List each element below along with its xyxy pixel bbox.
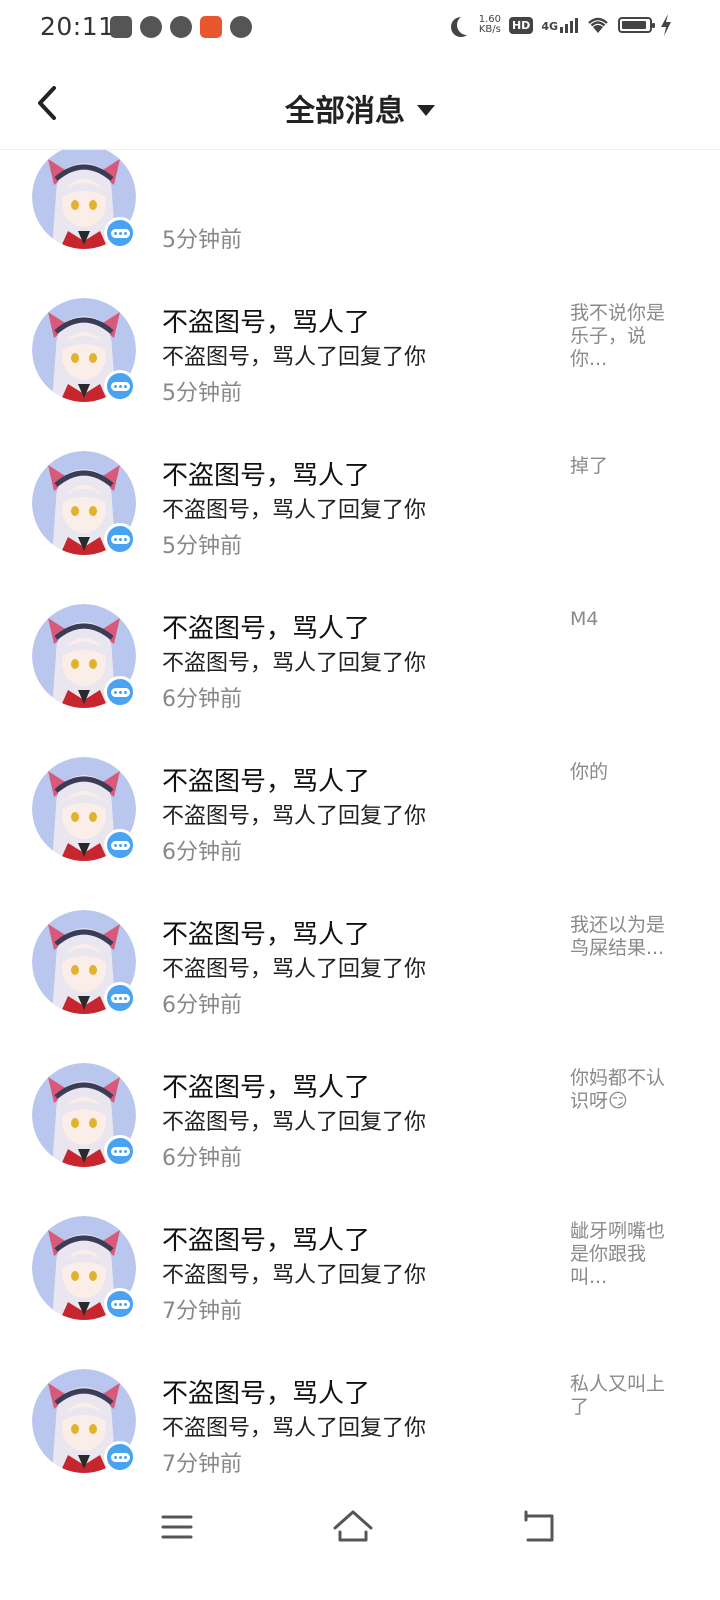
message-row[interactable]: 不盗图号，骂人了 人家十几岁为国争 [0,1450,720,1486]
network-speed-unit: KB/s [478,24,501,35]
sender-name[interactable]: 不盗图号，骂人了 [162,608,370,645]
message-row[interactable]: 不盗图号，骂人了 不盗图号，骂人了回复了你 7分钟前 私人又叫上了 [0,1297,720,1477]
back-icon [524,1510,554,1542]
page-title: 全部消息 [285,94,405,129]
message-action: 不盗图号，骂人了回复了你 [162,498,427,523]
message-action: 不盗图号，骂人了回复了你 [162,1263,427,1288]
charging-icon [661,14,671,36]
network-type: 4G [541,20,558,33]
message-filter-dropdown[interactable]: 全部消息 [285,86,435,130]
menu-button[interactable] [152,1506,202,1550]
message-row[interactable]: 不盗图号，骂人了 不盗图号，骂人了回复了你 6分钟前 你的 [0,685,720,865]
gallery-icon [110,16,132,38]
app-header: 全部消息 [0,60,720,150]
weather-icon [140,16,162,38]
sender-name[interactable]: 不盗图号，骂人了 [162,761,370,798]
sender-name[interactable]: 不盗图号，骂人了 [162,1067,370,1104]
link-icon [230,16,252,38]
message-action: 不盗图号，骂人了回复了你 [162,1110,427,1135]
message-preview: 龇牙咧嘴也是你跟我叫... [570,1220,666,1288]
message-preview: 我还以为是鸟屎结果... [570,914,666,959]
sender-name[interactable]: 不盗图号，骂人了 [162,455,370,492]
message-row[interactable]: 不盗图号，骂人了 不盗图号，骂人了回复了你 5分钟前 掉了 [0,379,720,559]
message-row[interactable]: 不盗图号，骂人了 不盗图号，骂人了回复了你 6分钟前 我还以为是鸟屎结果... [0,838,720,1018]
message-row[interactable]: 5分钟前 [0,150,720,253]
system-navigation-bar [0,1486,720,1600]
cell-signal: 4G [541,17,578,33]
message-action: 不盗图号，骂人了回复了你 [162,1416,427,1441]
sender-name[interactable]: 不盗图号，骂人了 [162,302,370,339]
message-row[interactable]: 不盗图号，骂人了 不盗图号，骂人了回复了你 7分钟前 龇牙咧嘴也是你跟我叫... [0,1144,720,1324]
battery-icon [618,17,655,33]
message-preview: 我不说你是乐子，说你... [570,302,666,370]
message-row[interactable]: 不盗图号，骂人了 不盗图号，骂人了回复了你 6分钟前 你妈都不认识呀😏 [0,991,720,1171]
notification-icons [110,16,252,38]
message-list[interactable]: 5分钟前 不盗图号，骂人了 不盗图号，骂人了回复了你 5分钟前 我不说你是乐子，… [0,150,720,1486]
message-row[interactable]: 不盗图号，骂人了 不盗图号，骂人了回复了你 5分钟前 我不说你是乐子，说你... [0,226,720,406]
home-icon [333,1510,373,1542]
message-preview: 掉了 [570,455,609,477]
caret-down-icon [417,104,435,116]
status-bar: 20:11 1.60 KB/s HD 4G [0,0,720,56]
message-preview: 私人又叫上了 [570,1373,666,1418]
network-speed: 1.60 KB/s [479,15,501,35]
message-action: 不盗图号，骂人了回复了你 [162,804,427,829]
message-action: 不盗图号，骂人了回复了你 [162,345,427,370]
menu-icon [161,1515,193,1539]
recent-back-button[interactable] [512,1506,562,1550]
hd-badge: HD [508,16,534,34]
message-action: 不盗图号，骂人了回复了你 [162,957,427,982]
system-icons: 1.60 KB/s HD 4G [451,14,672,36]
home-button[interactable] [328,1506,378,1550]
wifi-icon [588,17,608,33]
message-row[interactable]: 不盗图号，骂人了 不盗图号，骂人了回复了你 6分钟前 M4 [0,532,720,712]
play-icon [170,16,192,38]
sender-name[interactable]: 不盗图号，骂人了 [162,1373,370,1410]
sender-name[interactable]: 不盗图号，骂人了 [162,914,370,951]
message-action: 不盗图号，骂人了回复了你 [162,651,427,676]
message-preview: M4 [570,608,599,630]
message-preview: 你的 [570,761,609,783]
sender-name[interactable]: 不盗图号，骂人了 [162,1220,370,1257]
status-time: 20:11 [40,12,115,41]
app-icon [200,16,222,38]
signal-bars-icon [560,17,578,33]
moon-icon [457,15,477,35]
message-preview: 你妈都不认识呀😏 [570,1067,666,1112]
